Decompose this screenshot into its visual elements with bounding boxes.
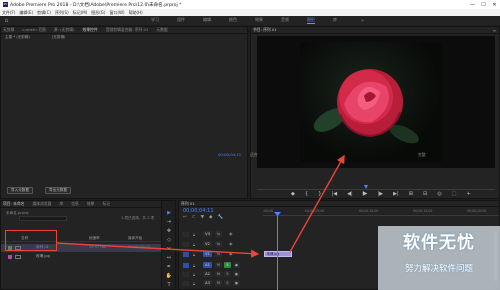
drag-arrow — [55, 242, 260, 258]
result-arrow — [289, 154, 345, 253]
watermark: 软件无忧 努力解决软件问题 — [378, 226, 500, 290]
watermark-subtitle: 努力解决软件问题 — [404, 264, 473, 274]
watermark-logo: 软件无忧 — [403, 233, 475, 253]
